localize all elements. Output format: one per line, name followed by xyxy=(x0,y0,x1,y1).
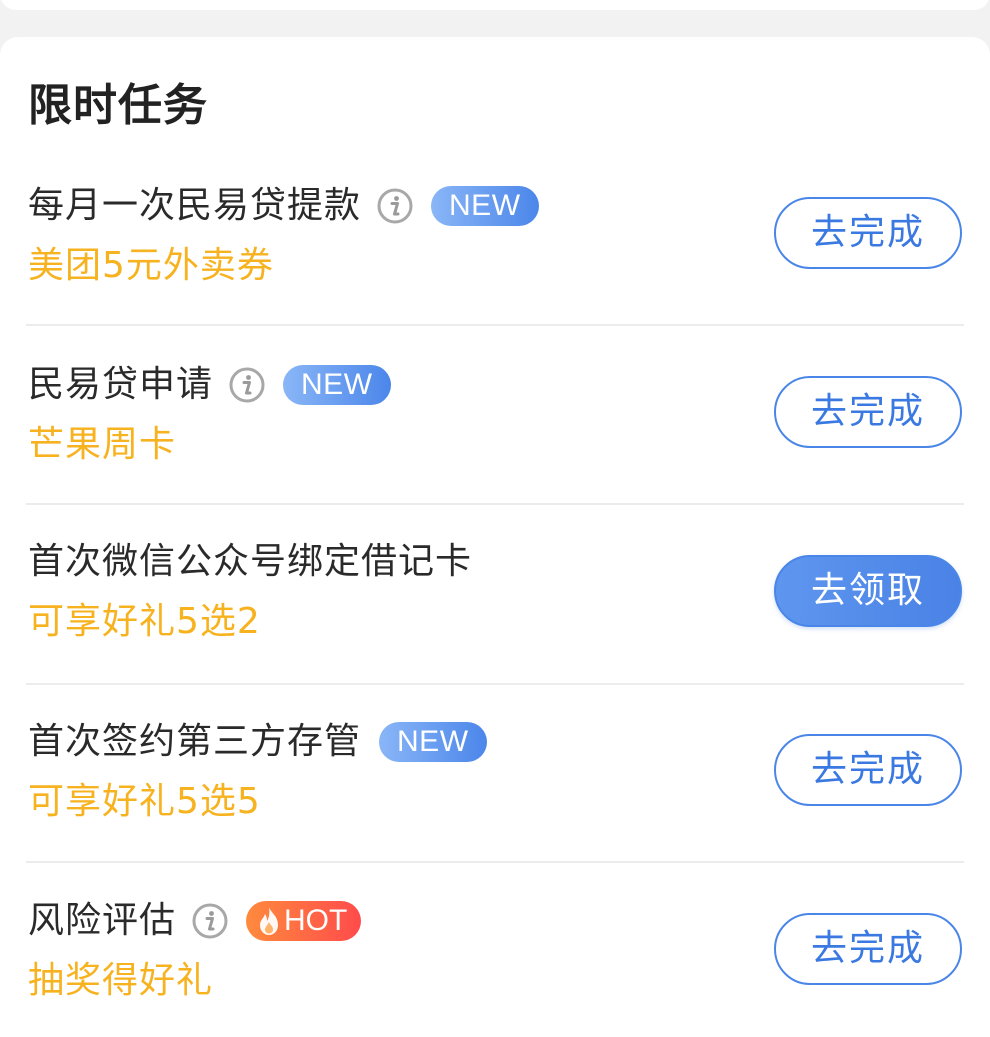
info-icon[interactable] xyxy=(229,367,265,403)
task-item: 风险评估 HOT 抽奖得好礼 去完成 xyxy=(0,896,990,1016)
task-title: 风险评估 xyxy=(28,900,177,941)
task-reward: 抽奖得好礼 xyxy=(28,960,214,1001)
task-title: 首次微信公众号绑定借记卡 xyxy=(28,541,473,582)
task-title-row: 民易贷申请 NEW xyxy=(28,360,391,410)
task-reward: 芒果周卡 xyxy=(28,424,177,465)
task-title-row: 首次微信公众号绑定借记卡 xyxy=(28,537,472,587)
new-badge: NEW xyxy=(283,365,391,405)
task-title-row: 风险评估 HOT xyxy=(28,896,362,946)
task-item: 民易贷申请 NEW 芒果周卡 去完成 xyxy=(0,360,990,505)
task-reward: 可享好礼5选5 xyxy=(28,781,261,822)
task-title: 首次签约第三方存管 xyxy=(28,721,362,762)
divider xyxy=(26,683,964,685)
go-complete-button[interactable]: 去完成 xyxy=(774,913,962,985)
go-claim-button[interactable]: 去领取 xyxy=(774,555,962,627)
task-title: 民易贷申请 xyxy=(28,364,214,405)
previous-card xyxy=(0,0,990,10)
go-complete-button[interactable]: 去完成 xyxy=(774,734,962,806)
task-item: 首次微信公众号绑定借记卡 可享好礼5选2 去领取 xyxy=(0,537,990,685)
hot-badge-label: HOT xyxy=(284,904,348,937)
task-reward: 可享好礼5选2 xyxy=(28,601,261,642)
divider xyxy=(26,503,964,505)
task-reward: 美团5元外卖券 xyxy=(28,245,274,286)
hot-badge: HOT xyxy=(246,901,362,941)
new-badge: NEW xyxy=(431,186,539,226)
task-item: 每月一次民易贷提款 NEW 美团5元外卖券 去完成 xyxy=(0,181,990,326)
task-title-row: 首次签约第三方存管 NEW xyxy=(28,717,487,767)
divider xyxy=(26,324,964,326)
flame-icon xyxy=(260,907,279,935)
info-icon[interactable] xyxy=(192,903,228,939)
go-complete-button[interactable]: 去完成 xyxy=(774,197,962,269)
info-icon[interactable] xyxy=(377,188,413,224)
task-item: 首次签约第三方存管 NEW 可享好礼5选5 去完成 xyxy=(0,717,990,863)
task-title: 每月一次民易贷提款 xyxy=(28,185,362,226)
new-badge: NEW xyxy=(379,722,487,762)
task-title-row: 每月一次民易贷提款 NEW xyxy=(28,181,539,231)
section-title: 限时任务 xyxy=(28,80,208,131)
divider xyxy=(26,861,964,863)
go-complete-button[interactable]: 去完成 xyxy=(774,376,962,448)
